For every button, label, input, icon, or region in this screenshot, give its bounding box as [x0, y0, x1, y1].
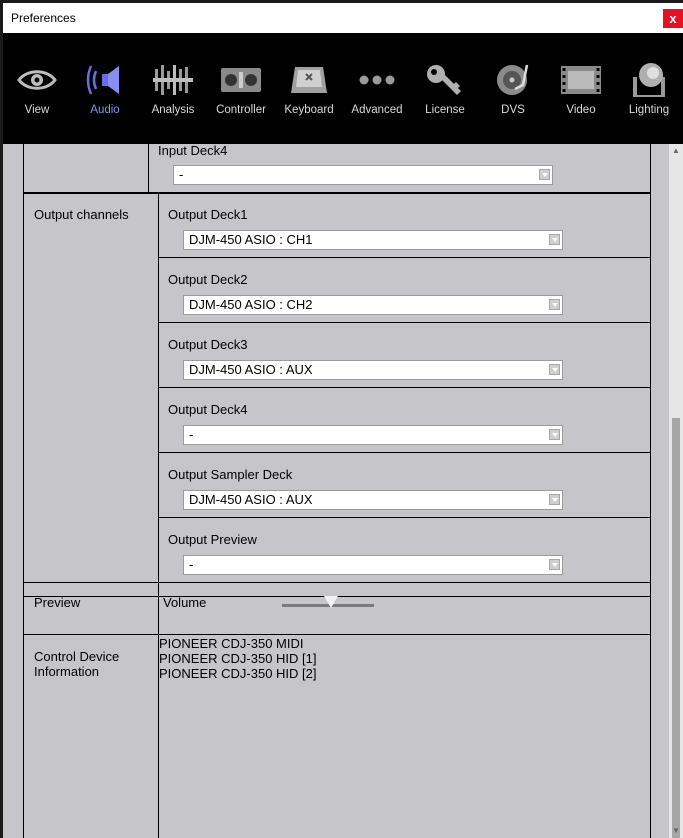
output-deck2-label: Output Deck2: [168, 272, 248, 287]
select-value: DJM-450 ASIO : AUX: [189, 492, 313, 507]
keyboard-icon: [291, 67, 327, 93]
scroll-down-arrow-icon[interactable]: ▼: [669, 824, 683, 838]
select-value: DJM-450 ASIO : CH2: [189, 297, 313, 312]
control-device-label: Control Device Information: [23, 634, 159, 838]
output-deck4-label: Output Deck4: [168, 402, 248, 417]
tab-video[interactable]: Video: [547, 33, 615, 144]
tab-view[interactable]: View: [3, 33, 71, 144]
tab-advanced[interactable]: Advanced: [343, 33, 411, 144]
tab-analysis[interactable]: Analysis: [139, 33, 207, 144]
title-bar: Preferences x: [3, 3, 683, 33]
select-value: DJM-450 ASIO : AUX: [189, 362, 313, 377]
tab-label: View: [24, 104, 50, 116]
tab-license[interactable]: License: [411, 33, 479, 144]
dots-icon: [359, 75, 395, 85]
moving-head-light-icon: [633, 63, 665, 97]
input-deck4-row: Input Deck4 -: [149, 144, 650, 193]
dropdown-arrow-icon: [549, 234, 560, 245]
window-title: Preferences: [11, 11, 76, 25]
eye-icon: [17, 70, 57, 90]
preview-table: Preview Volume: [23, 582, 651, 635]
vertical-scrollbar[interactable]: ▲ ▼: [669, 144, 683, 838]
output-sampler-deck-row: Output Sampler Deck DJM-450 ASIO : AUX: [159, 453, 650, 518]
output-sampler-deck-label: Output Sampler Deck: [168, 467, 293, 482]
scrollbar-thumb[interactable]: [672, 418, 680, 838]
tab-label: Lighting: [628, 104, 670, 116]
tab-label: Video: [566, 104, 596, 116]
dropdown-arrow-icon: [539, 169, 550, 180]
input-channels-table: Input Deck4 -: [23, 144, 651, 194]
output-preview-select[interactable]: -: [183, 555, 563, 575]
output-deck1-row: Output Deck1 DJM-450 ASIO : CH1: [159, 193, 650, 258]
control-device-list: PIONEER CDJ-350 MIDI PIONEER CDJ-350 HID…: [158, 634, 651, 838]
output-deck1-label: Output Deck1: [168, 207, 248, 222]
input-deck4-select[interactable]: -: [173, 165, 553, 185]
output-channels-label: Output channels: [23, 192, 159, 597]
input-deck4-label: Input Deck4: [158, 144, 228, 158]
speaker-icon: [86, 65, 119, 95]
output-deck2-select[interactable]: DJM-450 ASIO : CH2: [183, 295, 563, 315]
preferences-toolbar: View Audio Analysis Controller Keyboard …: [3, 33, 683, 144]
tab-dvs[interactable]: DVS: [479, 33, 547, 144]
controller-icon: [221, 68, 261, 92]
tab-label: Controller: [216, 104, 266, 116]
dropdown-arrow-icon: [549, 494, 560, 505]
output-deck4-row: Output Deck4 -: [159, 388, 650, 453]
volume-label: Volume: [163, 595, 207, 610]
output-deck2-row: Output Deck2 DJM-450 ASIO : CH2: [159, 258, 650, 323]
settings-panel: Input Deck4 - Output channels Output Dec…: [3, 144, 669, 838]
output-sampler-deck-select[interactable]: DJM-450 ASIO : AUX: [183, 490, 563, 510]
film-icon: [561, 66, 601, 94]
tab-lighting[interactable]: Lighting: [615, 33, 683, 144]
dropdown-arrow-icon: [549, 299, 560, 310]
key-icon: [427, 65, 461, 95]
waveform-icon: [153, 65, 193, 95]
select-value: -: [189, 427, 194, 442]
device-item: PIONEER CDJ-350 MIDI: [159, 636, 304, 651]
tab-label: Analysis: [151, 104, 195, 116]
output-deck1-select[interactable]: DJM-450 ASIO : CH1: [183, 230, 563, 250]
tab-label: Audio: [90, 104, 120, 116]
output-preview-row: Output Preview -: [159, 518, 650, 582]
tab-label: Keyboard: [284, 104, 334, 116]
close-button[interactable]: x: [663, 9, 683, 28]
output-deck4-select[interactable]: -: [183, 425, 563, 445]
output-deck3-row: Output Deck3 DJM-450 ASIO : AUX: [159, 323, 650, 388]
preview-label: Preview: [23, 582, 159, 635]
volume-slider-thumb[interactable]: [323, 596, 338, 608]
dropdown-arrow-icon: [549, 559, 560, 570]
select-value: -: [189, 557, 194, 572]
tab-controller[interactable]: Controller: [207, 33, 275, 144]
device-item: PIONEER CDJ-350 HID [1]: [159, 651, 317, 666]
tab-label: License: [425, 104, 465, 116]
output-preview-label: Output Preview: [168, 532, 257, 547]
tab-audio[interactable]: Audio: [71, 33, 139, 144]
dropdown-arrow-icon: [549, 429, 560, 440]
scroll-up-arrow-icon[interactable]: ▲: [669, 144, 683, 158]
output-channels-table: Output channels Output Deck1 DJM-450 ASI…: [23, 192, 651, 597]
device-item: PIONEER CDJ-350 HID [2]: [159, 666, 317, 681]
select-value: -: [179, 167, 184, 182]
tab-keyboard[interactable]: Keyboard: [275, 33, 343, 144]
preferences-window: Preferences x View Audio Analysis Contro…: [3, 3, 683, 838]
output-deck3-label: Output Deck3: [168, 337, 248, 352]
output-deck3-select[interactable]: DJM-450 ASIO : AUX: [183, 360, 563, 380]
tab-label: Advanced: [351, 104, 403, 116]
turntable-icon: [497, 64, 529, 95]
control-device-table: Control Device Information PIONEER CDJ-3…: [23, 634, 651, 838]
dropdown-arrow-icon: [549, 364, 560, 375]
select-value: DJM-450 ASIO : CH1: [189, 232, 313, 247]
tab-label: DVS: [501, 104, 525, 116]
